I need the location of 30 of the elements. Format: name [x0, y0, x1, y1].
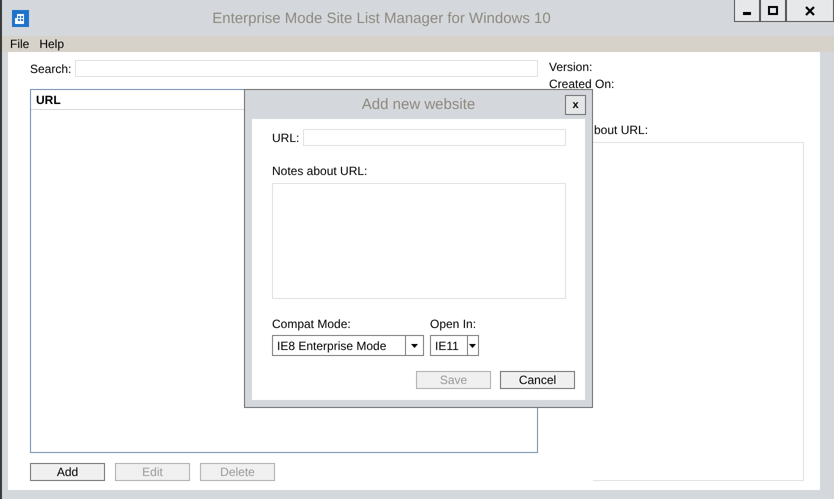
open-in-dropdown[interactable]: IE11	[430, 335, 479, 356]
close-button[interactable]: x	[565, 95, 586, 115]
notes-label: Notes about URL:	[272, 164, 368, 178]
dropdown-arrow-icon	[411, 344, 418, 348]
menu-item[interactable]: File	[10, 37, 30, 51]
app-logo-icon	[12, 10, 29, 26]
dialog-title: Add new website	[362, 96, 476, 113]
cancel-button[interactable]: Cancel	[500, 371, 575, 389]
minimize-button[interactable]	[734, 0, 760, 22]
url-input-field[interactable]	[303, 129, 566, 146]
dropdown-arrow-icon	[469, 344, 476, 348]
close-icon	[805, 6, 815, 16]
notes-input-field[interactable]	[272, 183, 566, 299]
version-label: Version:	[549, 60, 594, 74]
compat-mode-label: Compat Mode:	[272, 317, 352, 331]
notes-label: bout URL:	[594, 123, 650, 137]
window-title: Enterprise Mode Site List Manager for Windows 10	[211, 10, 552, 26]
maximize-button[interactable]	[760, 0, 786, 22]
minimize-icon	[743, 12, 751, 15]
add-button[interactable]: Add	[30, 463, 105, 481]
column-header[interactable]: URL	[36, 92, 61, 106]
search-label: Search:	[30, 62, 72, 76]
url-label: URL:	[272, 130, 300, 144]
open-in-label: Open In:	[430, 317, 478, 331]
created-on-label: Created On:	[549, 77, 616, 91]
close-button[interactable]	[786, 0, 834, 22]
search-field[interactable]	[75, 60, 538, 77]
compat-mode-dropdown[interactable]: IE8 Enterprise Mode	[272, 335, 424, 356]
menu-item[interactable]: Help	[39, 37, 64, 51]
maximize-icon	[768, 6, 778, 16]
